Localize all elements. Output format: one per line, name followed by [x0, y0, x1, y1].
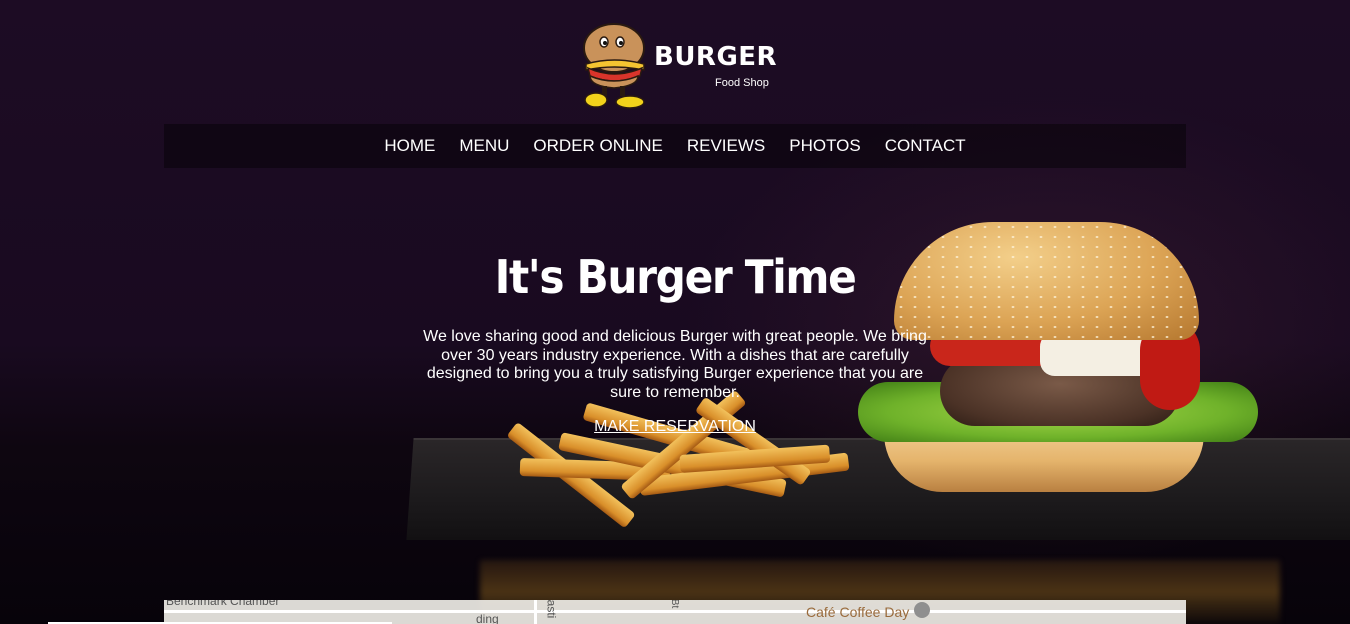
nav-photos[interactable]: PHOTOS: [789, 136, 860, 156]
hero-cta-wrapper: MAKE RESERVATION: [420, 418, 930, 436]
hero-description: We love sharing good and delicious Burge…: [423, 328, 927, 401]
map-label: Bt: [669, 600, 681, 609]
hero-title: It's Burger Time: [494, 250, 857, 304]
brand-title: BURGER: [654, 42, 778, 72]
brand-logo[interactable]: BURGER Food Shop: [578, 20, 778, 112]
map-label: asti: [544, 600, 559, 619]
brand-subtitle: Food Shop: [715, 77, 769, 89]
nav-contact[interactable]: CONTACT: [885, 136, 966, 156]
map-label: Benchmark Chamber: [166, 600, 280, 608]
map-place-label[interactable]: Café Coffee Day: [806, 604, 909, 620]
main-nav: HOME MENU ORDER ONLINE REVIEWS PHOTOS CO…: [164, 124, 1186, 168]
make-reservation-link[interactable]: MAKE RESERVATION: [594, 418, 756, 435]
coffee-cup-icon[interactable]: [914, 602, 930, 618]
nav-reviews[interactable]: REVIEWS: [687, 136, 765, 156]
nav-home[interactable]: HOME: [384, 136, 435, 156]
page: BURGER Food Shop HOME MENU ORDER ONLINE …: [0, 0, 1350, 624]
burger-mascot-icon: [583, 23, 645, 109]
map-label: ding: [476, 612, 499, 624]
nav-menu[interactable]: MENU: [459, 136, 509, 156]
nav-order-online[interactable]: ORDER ONLINE: [533, 136, 662, 156]
embedded-map[interactable]: Benchmark Chamber ding asti Bt Café Coff…: [164, 600, 1186, 624]
